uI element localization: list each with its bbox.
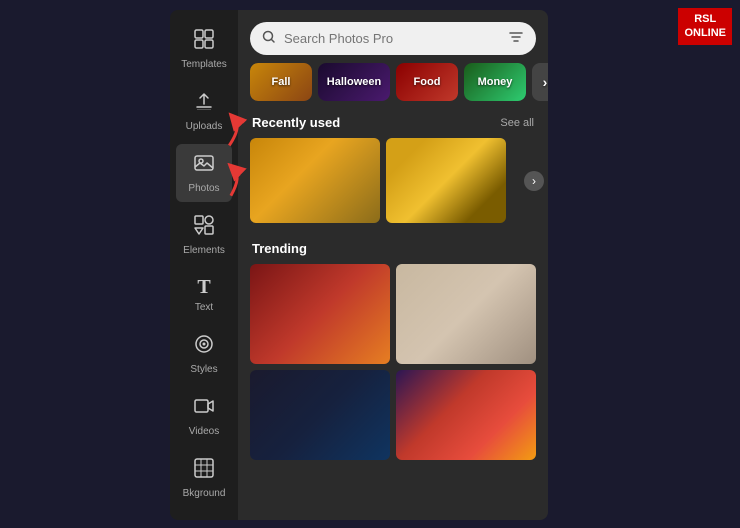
text-icon: T [197, 276, 210, 299]
sidebar-item-text[interactable]: T Text [176, 268, 232, 321]
text-label: Text [195, 302, 213, 313]
happy-women-image [396, 370, 536, 460]
bkground-icon [193, 457, 215, 485]
photos-icon [193, 152, 215, 180]
dark-scene-image [250, 370, 390, 460]
rsl-badge: RSL ONLINE [678, 8, 732, 45]
carousel-next-arrow[interactable]: › [524, 171, 544, 191]
uploads-icon [193, 90, 215, 118]
sidebar-item-videos[interactable]: Videos [176, 387, 232, 445]
videos-label: Videos [189, 426, 219, 437]
search-icon [262, 30, 276, 47]
trending-header: Trending [238, 235, 548, 264]
sidebar-item-bkground[interactable]: Bkground [176, 449, 232, 507]
search-input[interactable] [284, 31, 500, 46]
elements-icon [193, 214, 215, 242]
trending-title: Trending [252, 241, 307, 256]
see-all-link[interactable]: See all [500, 117, 534, 129]
recently-used-title: Recently used [252, 115, 340, 130]
trending-photo-2[interactable] [396, 264, 536, 364]
styles-label: Styles [190, 364, 217, 375]
trending-photo-1[interactable] [250, 264, 390, 364]
category-food-label: Food [414, 76, 441, 88]
category-money-label: Money [478, 76, 513, 88]
woman-wall-image [396, 264, 536, 364]
sidebar-item-styles[interactable]: Styles [176, 325, 232, 383]
search-bar[interactable] [250, 22, 536, 55]
templates-icon [193, 28, 215, 56]
trending-photo-3[interactable] [250, 370, 390, 460]
category-pill-food[interactable]: Food [396, 63, 458, 101]
category-pill-fall[interactable]: Fall [250, 63, 312, 101]
styles-icon [193, 333, 215, 361]
category-fall-label: Fall [272, 76, 291, 88]
uploads-label: Uploads [186, 121, 223, 132]
trending-photo-4[interactable] [396, 370, 536, 460]
category-pill-halloween[interactable]: Halloween [318, 63, 390, 101]
yellow-field-image [250, 138, 380, 223]
videos-icon [193, 395, 215, 423]
red-people-image [250, 264, 390, 364]
category-row: Fall Halloween Food Money › [238, 63, 548, 109]
category-pill-more[interactable]: › [532, 63, 548, 101]
rsl-badge-line2: ONLINE [684, 26, 726, 40]
sidebar: Templates Uploads Photos [170, 10, 238, 520]
trending-grid [238, 264, 548, 460]
photos-label: Photos [188, 183, 219, 194]
sidebar-item-photos[interactable]: Photos [176, 144, 232, 202]
filter-icon[interactable] [508, 29, 524, 48]
category-pill-money[interactable]: Money [464, 63, 526, 101]
category-halloween-label: Halloween [327, 76, 381, 88]
templates-label: Templates [181, 59, 227, 70]
recent-photo-2[interactable] [386, 138, 506, 223]
sunflowers-image [386, 138, 506, 223]
recent-photos-grid: › [238, 138, 548, 223]
recent-photo-1[interactable] [250, 138, 380, 223]
sidebar-item-uploads[interactable]: Uploads [176, 82, 232, 140]
recently-used-header: Recently used See all [238, 109, 548, 138]
rsl-badge-line1: RSL [684, 12, 726, 26]
sidebar-item-elements[interactable]: Elements [176, 206, 232, 264]
category-more-label: › [543, 74, 548, 90]
sidebar-item-templates[interactable]: Templates [176, 20, 232, 78]
bkground-label: Bkground [183, 488, 226, 499]
elements-label: Elements [183, 245, 225, 256]
photos-panel: Fall Halloween Food Money › Recently use… [238, 10, 548, 520]
